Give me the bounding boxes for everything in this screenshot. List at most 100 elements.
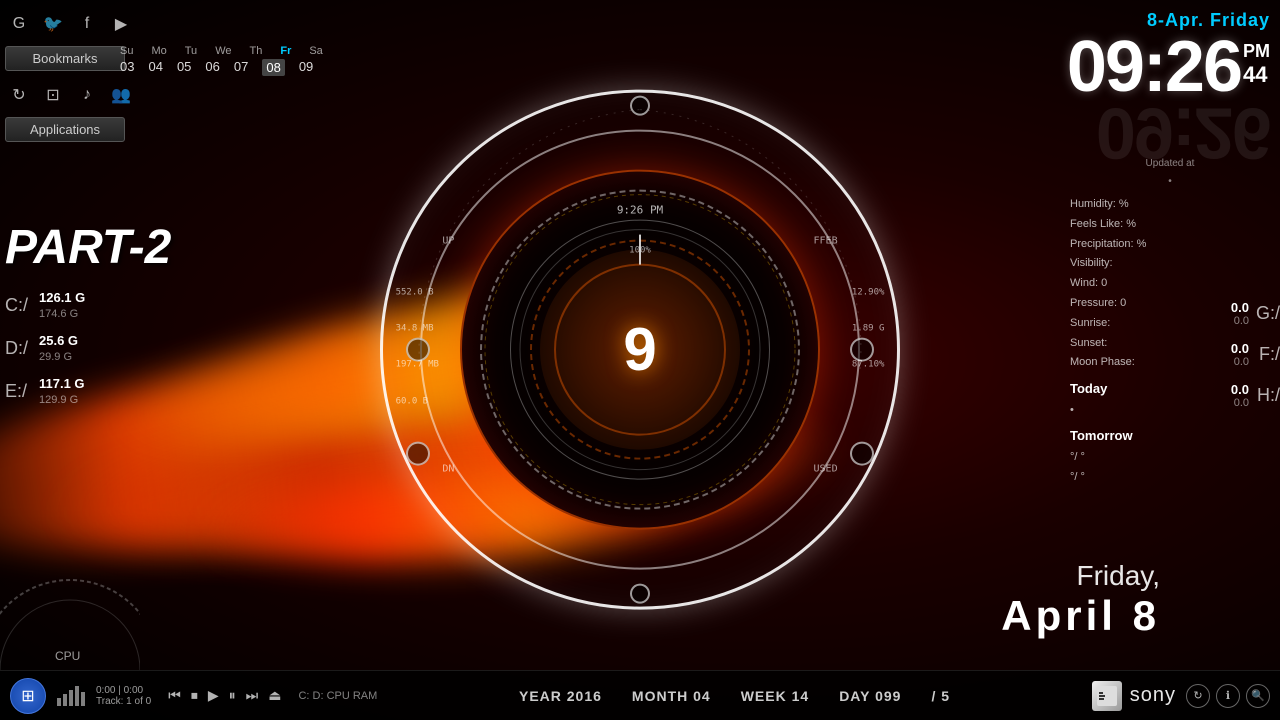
weather-precipitation: Precipitation: % — [1070, 235, 1270, 255]
youtube-icon[interactable]: ▶ — [107, 10, 135, 38]
cal-date-06: 06 — [205, 59, 219, 76]
bottom-icon-row: ↻ ⊡ ♪ 👥 — [5, 81, 135, 109]
drive-h: 0.0 0.0 H:/ — [1231, 382, 1280, 409]
bottom-year-info: YEAR 2016 MONTH 04 WEEK 14 DAY 099 / 5 — [387, 688, 1081, 704]
drive-c: C:/ 126.1 G 174.6 G — [5, 290, 85, 321]
hud-val5: 12.90% — [852, 287, 885, 297]
cal-day-tu: Tu — [185, 45, 197, 57]
users-icon[interactable]: 👥 — [107, 81, 135, 109]
sony-logo — [1092, 681, 1122, 711]
player-time: 0:00 | 0:00 Track: 1 of 0 — [96, 685, 151, 707]
drive-g-total: 0.0 — [1231, 315, 1249, 327]
hud-dot-right-bot — [850, 442, 874, 466]
search-icon[interactable]: 🔍 — [1246, 684, 1270, 708]
week-label: WEEK 14 — [741, 688, 809, 704]
cal-day-th: Th — [250, 45, 263, 57]
taskbar-icon-1[interactable] — [56, 681, 86, 711]
play-button[interactable]: ▶ — [205, 685, 222, 706]
eject-button[interactable]: ⏏ — [265, 685, 284, 706]
right-drives-panel: 0.0 0.0 G:/ 0.0 0.0 F:/ 0.0 0.0 H:/ — [1231, 300, 1280, 423]
calendar-header: Su Mo Tu We Th Fr Sa — [120, 45, 323, 57]
cal-day-we: We — [215, 45, 231, 57]
weather-dot: • — [1070, 173, 1270, 191]
drives-panel: C:/ 126.1 G 174.6 G D:/ 25.6 G 29.9 G E:… — [5, 290, 85, 420]
player-controls: ⏮ ⏹ ▶ ⏸ ⏭ ⏏ — [165, 685, 284, 706]
drive-e: E:/ 117.1 G 129.9 G — [5, 376, 85, 407]
hud-center: 9 UP DN FFEB USED 552.0 B 34.8 MB 197.7 … — [380, 90, 900, 610]
hud-val7: 87.10% — [852, 360, 885, 370]
hud-center-number: 9 — [623, 315, 656, 384]
hud-val1: 552.0 B — [396, 287, 434, 297]
drive-c-values: 126.1 G 174.6 G — [39, 290, 85, 321]
refresh-icon[interactable]: ↻ — [5, 81, 33, 109]
drive-labels: C: D: CPU RAM — [298, 690, 377, 702]
cal-date-04: 04 — [148, 59, 162, 76]
drive-h-letter: H:/ — [1255, 385, 1280, 406]
google-icon[interactable]: G — [5, 10, 33, 38]
cpu-arc-svg: CPU — [0, 550, 140, 670]
applications-button[interactable]: Applications — [5, 117, 125, 142]
drive-f-values: 0.0 0.0 — [1231, 341, 1249, 368]
drive-e-letter: E:/ — [5, 381, 33, 402]
prev-button[interactable]: ⏮ — [165, 685, 184, 706]
drive-h-free: 0.0 — [1231, 382, 1249, 397]
drive-d-free: 25.6 G — [39, 333, 78, 350]
drive-h-values: 0.0 0.0 — [1231, 382, 1249, 409]
next-button[interactable]: ⏭ — [243, 685, 262, 706]
drive-d-letter: D:/ — [5, 338, 33, 359]
svg-text:CPU: CPU — [55, 649, 80, 663]
vol-bar-5 — [81, 692, 85, 706]
slash-label: / 5 — [931, 688, 950, 704]
photo-icon[interactable]: ⊡ — [39, 81, 67, 109]
top-icon-row: G 🐦 f ▶ — [5, 10, 135, 38]
drive-e-free: 117.1 G — [39, 376, 85, 393]
twitter-icon[interactable]: 🐦 — [39, 10, 67, 38]
weather-feels-like: Feels Like: % — [1070, 215, 1270, 235]
info-icon[interactable]: ℹ — [1216, 684, 1240, 708]
calendar: Su Mo Tu We Th Fr Sa 03 04 05 06 07 08 0… — [120, 45, 323, 76]
drive-c-total: 174.6 G — [39, 307, 85, 321]
cal-date-today: 08 — [262, 59, 284, 76]
vol-bar-4 — [75, 686, 79, 706]
hud-label-ffeb: FFEB — [814, 235, 838, 246]
cal-day-mo: Mo — [151, 45, 166, 57]
pause-button[interactable]: ⏸ — [226, 685, 239, 706]
drive-g-free: 0.0 — [1231, 300, 1249, 315]
month-label: MONTH 04 — [632, 688, 711, 704]
left-top-panel: G 🐦 f ▶ Bookmarks ↻ ⊡ ♪ 👥 Applications — [5, 10, 135, 146]
drive-f-total: 0.0 — [1231, 356, 1249, 368]
drive-e-values: 117.1 G 129.9 G — [39, 376, 85, 407]
bottom-bar: ⊞ 0:00 | 0:00 Track: 1 of 0 ⏮ ⏹ ▶ ⏸ ⏭ ⏏ … — [0, 670, 1280, 720]
drive-c-free: 126.1 G — [39, 290, 85, 307]
volume-bars — [57, 686, 85, 706]
weather-humidity: Humidity: % — [1070, 195, 1270, 215]
drive-f: 0.0 0.0 F:/ — [1231, 341, 1280, 368]
weather-updated: Updated at • — [1070, 155, 1270, 191]
drive-c-letter: C:/ — [5, 295, 33, 316]
drive-g: 0.0 0.0 G:/ — [1231, 300, 1280, 327]
weather-visibility: Visibility: — [1070, 254, 1270, 274]
start-icon: ⊞ — [21, 686, 34, 706]
hud-label-dn: DN — [442, 464, 454, 475]
hud-dot-right-top — [850, 338, 874, 362]
part-label: PART-2 — [5, 220, 171, 275]
start-button[interactable]: ⊞ — [10, 678, 46, 714]
weather-wind: Wind: 0 — [1070, 274, 1270, 294]
music-icon[interactable]: ♪ — [73, 81, 101, 109]
year-label: YEAR 2016 — [519, 688, 602, 704]
facebook-icon[interactable]: f — [73, 10, 101, 38]
sony-brand-label: sony — [1130, 684, 1176, 707]
cal-date-07: 07 — [234, 59, 248, 76]
bottom-date: Friday, April 8 — [1001, 560, 1160, 640]
refresh-system-icon[interactable]: ↻ — [1186, 684, 1210, 708]
cpu-arc: CPU — [0, 550, 140, 670]
clock-reflection: 09:26 — [1067, 103, 1270, 161]
sony-logo-svg — [1095, 684, 1119, 708]
drive-e-total: 129.9 G — [39, 393, 85, 407]
stop-button[interactable]: ⏹ — [188, 685, 201, 706]
clock-seconds: 44 — [1243, 62, 1267, 88]
weather-tomorrow-val2: °/ ° — [1070, 468, 1270, 488]
bookmarks-button[interactable]: Bookmarks — [5, 46, 125, 71]
cal-date-09: 09 — [299, 59, 313, 76]
bottom-month-day-label: April 8 — [1001, 592, 1160, 640]
